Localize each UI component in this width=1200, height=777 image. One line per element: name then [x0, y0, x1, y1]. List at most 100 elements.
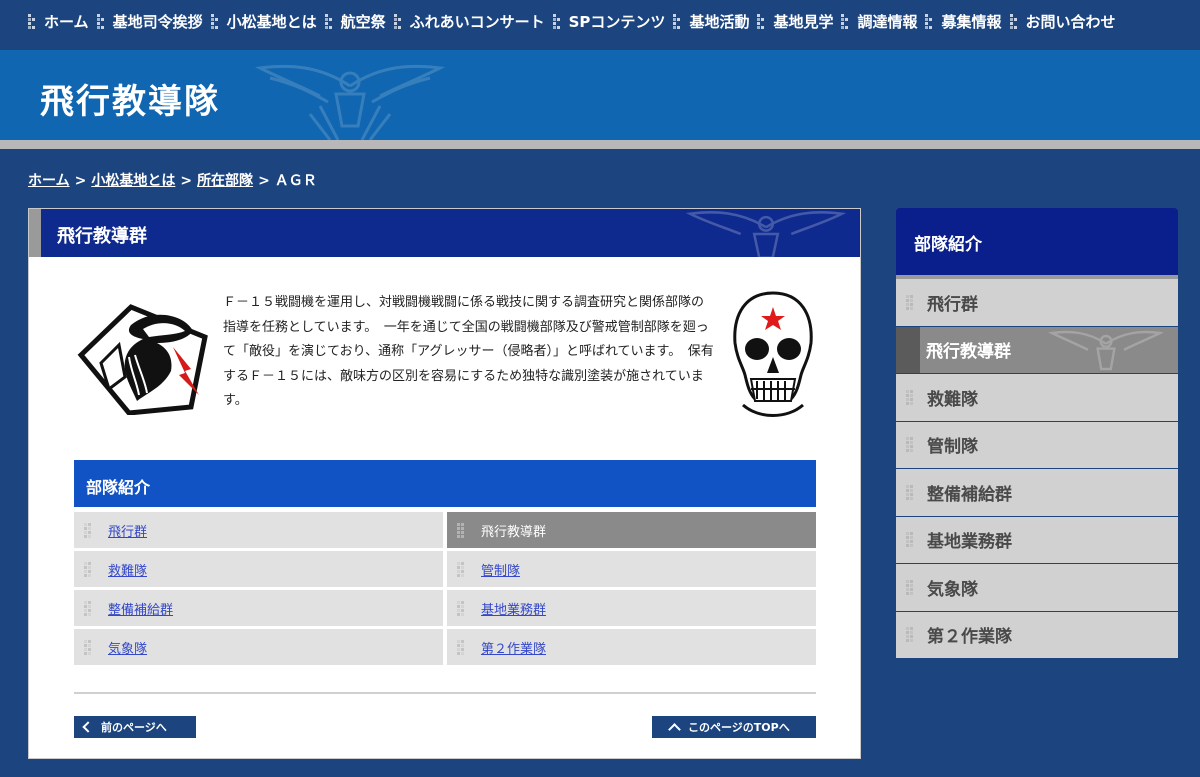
unit-link[interactable]: 第２作業隊 [481, 638, 546, 657]
dots-icon [906, 294, 915, 310]
sidebar-item-weather[interactable]: 気象隊 [896, 564, 1178, 612]
sidebar-item-label: 整備補給群 [927, 484, 1012, 505]
nav-base-activities[interactable]: 基地活動 [673, 11, 749, 32]
nav-about-komatsu[interactable]: 小松基地とは [210, 11, 317, 32]
unit-item-weather[interactable]: 気象隊 [74, 629, 443, 665]
page-title: 飛行教導隊 [40, 82, 220, 122]
chevron-up-icon [668, 723, 681, 736]
nav-commander-greeting[interactable]: 基地司令挨拶 [96, 11, 203, 32]
section-header: 飛行教導群 [29, 209, 860, 257]
main-panel: 飛行教導群 Ｆ－１５戦闘機を運用し、対戦闘機戦闘に係る戦技に関する調査研究と関係… [28, 208, 861, 759]
breadcrumb-separator: > [74, 173, 87, 189]
nav-base-tour[interactable]: 基地見学 [757, 11, 833, 32]
sidebar-item-flight-group[interactable]: 飛行群 [896, 279, 1178, 327]
breadcrumb: ホーム > 小松基地とは > 所在部隊 > ＡＧＲ [28, 170, 317, 190]
sidebar-item-label: 飛行群 [927, 294, 978, 315]
unit-link[interactable]: 飛行群 [108, 521, 147, 540]
dots-icon [457, 522, 466, 538]
skull-patch-icon [733, 291, 813, 417]
unit-item-aggressor-group[interactable]: 飛行教導群 [447, 512, 816, 548]
nav-recruitment[interactable]: 募集情報 [925, 11, 1002, 32]
sidebar-item-control[interactable]: 管制隊 [896, 421, 1178, 469]
unit-item-base-services[interactable]: 基地業務群 [447, 590, 816, 626]
sidebar-heading: 部隊紹介 [896, 208, 1178, 275]
nav-label: 航空祭 [340, 12, 386, 31]
dots-icon [906, 437, 915, 453]
sidebar-item-aggressor-group[interactable]: 飛行教導群 [896, 326, 1178, 374]
unit-item-flight-group[interactable]: 飛行群 [74, 512, 443, 548]
nav-label: ホーム [44, 12, 89, 31]
units-grid: 飛行群 飛行教導群 救難隊 管制隊 整備補給群 基地業務群 気象隊 第２作業隊 [74, 512, 816, 665]
nav-label: 基地司令挨拶 [112, 12, 203, 31]
dots-icon [210, 13, 220, 29]
dots-icon [84, 600, 93, 616]
dots-icon [84, 561, 93, 577]
breadcrumb-about[interactable]: 小松基地とは [91, 173, 175, 189]
dots-icon [757, 13, 766, 29]
dots-icon [457, 639, 466, 655]
breadcrumb-home[interactable]: ホーム [28, 173, 70, 189]
unit-description: Ｆ－１５戦闘機を運用し、対戦闘機戦闘に係る戦技に関する調査研究と関係部隊の指導を… [223, 295, 714, 408]
sidebar-item-label: 第２作業隊 [927, 627, 1012, 648]
unit-item-2nd-works[interactable]: 第２作業隊 [447, 629, 816, 665]
dots-icon [28, 13, 37, 29]
nav-label: ふれあいコンサート [409, 12, 545, 31]
divider [74, 692, 816, 694]
dots-icon [841, 13, 850, 29]
dots-icon [925, 13, 934, 29]
nav-sp-contents[interactable]: SPコンテンツ [552, 11, 666, 32]
dots-icon [906, 484, 915, 500]
nav-label: 基地見学 [773, 12, 834, 31]
dots-icon [84, 522, 93, 538]
dots-icon [673, 13, 682, 29]
sidebar-item-base-services[interactable]: 基地業務群 [896, 516, 1178, 564]
sidebar-item-maintenance[interactable]: 整備補給群 [896, 469, 1178, 517]
page-top-label: このページのTOPへ [688, 721, 790, 734]
unit-link[interactable]: 整備補給群 [108, 599, 173, 618]
nav-contact[interactable]: お問い合わせ [1009, 11, 1116, 32]
breadcrumb-units[interactable]: 所在部隊 [197, 173, 253, 189]
page-top-button[interactable]: このページのTOPへ [652, 716, 816, 738]
sidebar-item-label: 基地業務群 [927, 532, 1012, 553]
nav-label: 小松基地とは [226, 12, 317, 31]
dots-icon [457, 561, 466, 577]
sidebar-item-2nd-works[interactable]: 第２作業隊 [896, 611, 1178, 659]
dots-icon [552, 13, 562, 29]
dots-icon [906, 532, 915, 548]
dots-icon [84, 639, 93, 655]
unit-item-maintenance[interactable]: 整備補給群 [74, 590, 443, 626]
eagle-emblem-icon [1047, 330, 1165, 370]
nav-home[interactable]: ホーム [28, 11, 89, 32]
divider-bar [0, 140, 1200, 149]
nav-concert[interactable]: ふれあいコンサート [393, 11, 545, 32]
dots-icon [906, 389, 915, 405]
page-banner: 飛行教導隊 [0, 50, 1200, 140]
unit-link[interactable]: 気象隊 [108, 638, 147, 657]
dots-icon [393, 13, 403, 29]
unit-link[interactable]: 管制隊 [481, 560, 520, 579]
nav-label: お問い合わせ [1025, 12, 1116, 31]
sidebar: 部隊紹介 飛行群 飛行教導群 救難隊 管制隊 整備補給群 基地業務群 気象隊 第… [896, 208, 1178, 659]
eagle-emblem-icon [685, 211, 847, 257]
sidebar-item-label: 気象隊 [927, 579, 978, 600]
sidebar-item-rescue[interactable]: 救難隊 [896, 374, 1178, 422]
unit-link[interactable]: 救難隊 [108, 560, 147, 579]
prev-page-label: 前のページへ [101, 721, 167, 734]
breadcrumb-separator: > [180, 173, 193, 189]
unit-item-rescue[interactable]: 救難隊 [74, 551, 443, 587]
section-title: 飛行教導群 [57, 226, 147, 247]
prev-page-button[interactable]: 前のページへ [74, 716, 196, 738]
unit-item-control[interactable]: 管制隊 [447, 551, 816, 587]
dots-icon [96, 13, 106, 29]
nav-label: 募集情報 [941, 12, 1002, 31]
nav-airshow[interactable]: 航空祭 [324, 11, 386, 32]
eagle-emblem-icon [254, 64, 446, 140]
dots-icon [324, 13, 334, 29]
unit-link[interactable]: 基地業務群 [481, 599, 546, 618]
nav-label: 調達情報 [857, 12, 918, 31]
active-marker [896, 326, 920, 373]
cobra-patch-icon [77, 304, 208, 415]
nav-procurement[interactable]: 調達情報 [841, 11, 917, 32]
units-heading: 部隊紹介 [74, 460, 816, 507]
nav-label: SPコンテンツ [568, 12, 666, 31]
